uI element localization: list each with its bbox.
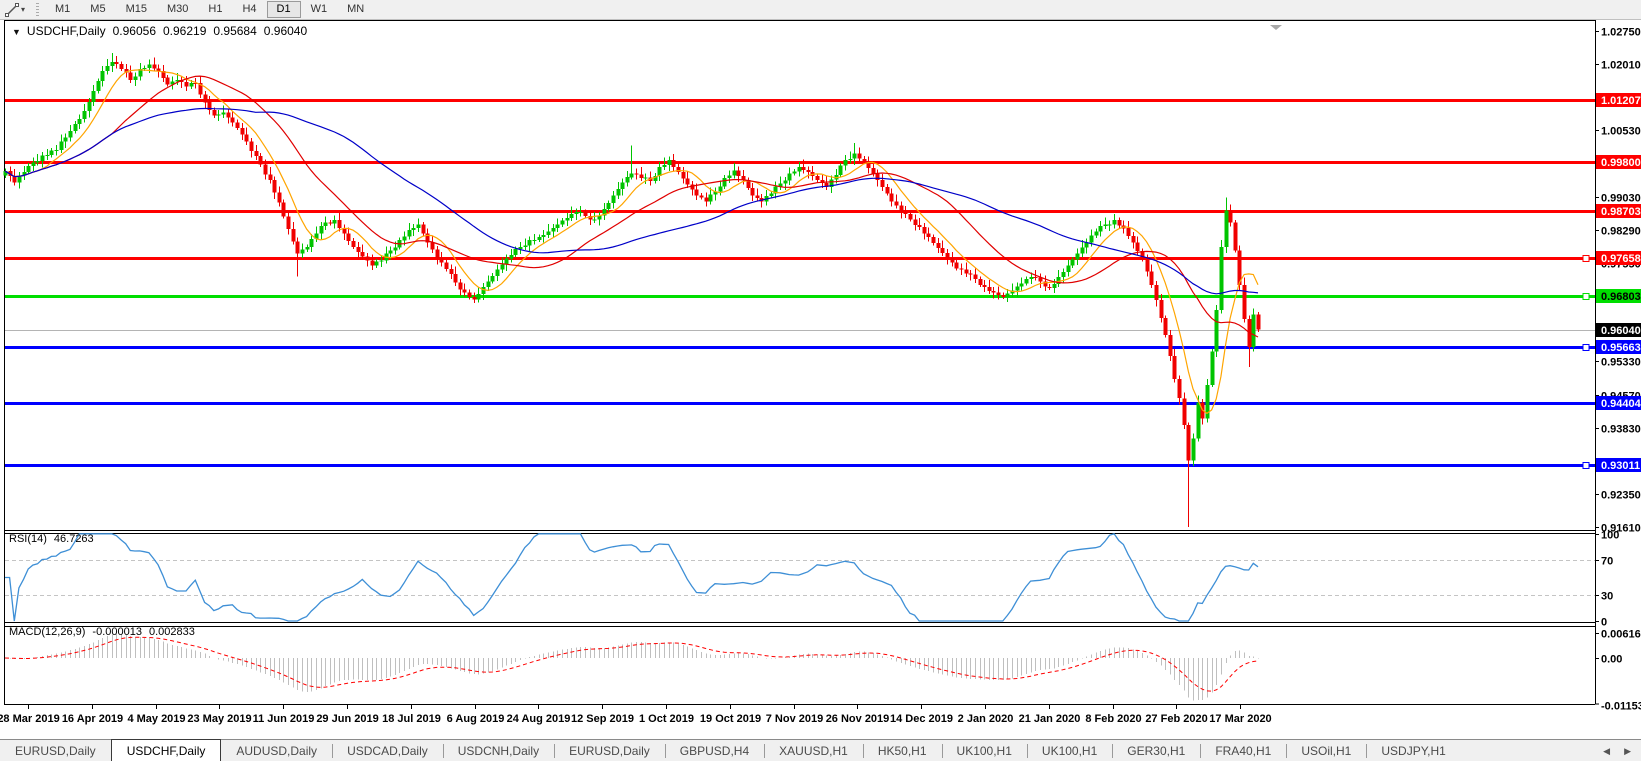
- svg-text:28 Mar 2019: 28 Mar 2019: [0, 713, 60, 725]
- chart-tabs: EURUSD,DailyUSDCHF,DailyAUDUSD,DailyUSDC…: [0, 740, 1461, 761]
- svg-text:0.98290: 0.98290: [1601, 226, 1641, 238]
- chart-tab-XAUUSD-H1[interactable]: XAUUSD,H1: [764, 740, 863, 761]
- svg-text:27 Feb 2020: 27 Feb 2020: [1145, 713, 1207, 725]
- chart-toolbar: ▾ M1M5M15M30H1H4D1W1MN: [0, 0, 1641, 20]
- chart-window: 1.027501.020101.005300.990300.982900.975…: [0, 20, 1641, 735]
- svg-text:4 May 2019: 4 May 2019: [127, 713, 185, 725]
- chart-tab-UK100-H1[interactable]: UK100,H1: [1027, 740, 1112, 761]
- svg-text:1.01207: 1.01207: [1601, 95, 1641, 107]
- svg-text:0.92350: 0.92350: [1601, 490, 1641, 502]
- ohlc-open: 0.96056: [113, 24, 156, 38]
- rsi-value: 46.7263: [54, 533, 94, 545]
- svg-text:17 Mar 2020: 17 Mar 2020: [1209, 713, 1271, 725]
- svg-text:18 Jul 2019: 18 Jul 2019: [382, 713, 441, 725]
- svg-text:19 Oct 2019: 19 Oct 2019: [700, 713, 761, 725]
- symbol-period-label: USDCHF,Daily: [27, 24, 106, 38]
- svg-text:0.99800: 0.99800: [1601, 157, 1641, 169]
- chart-tab-USDCNH-Daily[interactable]: USDCNH,Daily: [443, 740, 554, 761]
- trendline-tool-icon: [5, 3, 19, 17]
- timeframe-button-M30[interactable]: M30: [157, 1, 198, 18]
- svg-text:0.93830: 0.93830: [1601, 424, 1641, 436]
- svg-text:0.00: 0.00: [1601, 654, 1622, 666]
- chart-tab-EURUSD-Daily[interactable]: EURUSD,Daily: [554, 740, 665, 761]
- svg-text:-0.011531: -0.011531: [1601, 701, 1641, 713]
- chart-tab-USDJPY-H1[interactable]: USDJPY,H1: [1366, 740, 1460, 761]
- chart-tab-EURUSD-Daily[interactable]: EURUSD,Daily: [0, 740, 111, 761]
- chart-tab-GER30-H1[interactable]: GER30,H1: [1112, 740, 1200, 761]
- rsi-indicator-label: RSI(14) 46.7263: [9, 533, 94, 545]
- chart-menu-icon[interactable]: ▼: [12, 27, 21, 37]
- svg-text:24 Aug 2019: 24 Aug 2019: [507, 713, 571, 725]
- terminal-window: ▾ M1M5M15M30H1H4D1W1MN 1.02750 1.02010 1.0…: [0, 0, 1641, 761]
- svg-text:1.02010: 1.02010: [1601, 60, 1641, 72]
- svg-text:0.94404: 0.94404: [1601, 398, 1641, 410]
- svg-text:0.98703: 0.98703: [1601, 206, 1641, 218]
- chart-tab-USOil-H1[interactable]: USOil,H1: [1286, 740, 1366, 761]
- timeframe-button-D1[interactable]: D1: [267, 1, 301, 18]
- timeframe-button-W1[interactable]: W1: [301, 1, 338, 18]
- timeframe-button-group: M1M5M15M30H1H4D1W1MN: [45, 1, 374, 18]
- timeframe-button-H4[interactable]: H4: [232, 1, 266, 18]
- svg-text:0.96040: 0.96040: [1601, 325, 1641, 337]
- chevron-left-icon[interactable]: ◀: [1603, 746, 1610, 757]
- chart-tab-HK50-H1[interactable]: HK50,H1: [863, 740, 942, 761]
- svg-text:0.95663: 0.95663: [1601, 342, 1641, 354]
- chart-tab-USDCHF-Daily[interactable]: USDCHF,Daily: [111, 739, 222, 761]
- svg-text:29 Jun 2019: 29 Jun 2019: [316, 713, 378, 725]
- macd-indicator-label: MACD(12,26,9) -0.000013 0.002833: [9, 626, 195, 638]
- chart-tab-USDCAD-Daily[interactable]: USDCAD,Daily: [332, 740, 443, 761]
- svg-text:14 Dec 2019: 14 Dec 2019: [890, 713, 953, 725]
- toolbar-grip[interactable]: [36, 3, 39, 17]
- svg-text:0: 0: [1601, 617, 1607, 629]
- trendline-tool-button[interactable]: ▾: [2, 1, 28, 18]
- svg-text:1.02750: 1.02750: [1601, 27, 1641, 39]
- svg-text:1.00530: 1.00530: [1601, 126, 1641, 138]
- svg-text:8 Feb 2020: 8 Feb 2020: [1085, 713, 1141, 725]
- svg-text:0.97658: 0.97658: [1601, 253, 1641, 265]
- chart-canvas[interactable]: 1.027501.020101.005300.990300.982900.975…: [0, 20, 1641, 735]
- svg-text:0.93011: 0.93011: [1601, 460, 1640, 472]
- macd-signal-value: 0.002833: [149, 626, 195, 638]
- svg-text:0.96803: 0.96803: [1601, 291, 1641, 303]
- svg-text:2 Jan 2020: 2 Jan 2020: [958, 713, 1014, 725]
- svg-text:1 Oct 2019: 1 Oct 2019: [639, 713, 694, 725]
- svg-text:30: 30: [1601, 591, 1613, 603]
- ohlc-high: 0.96219: [163, 24, 206, 38]
- svg-text:26 Nov 2019: 26 Nov 2019: [826, 713, 890, 725]
- svg-text:11 Jun 2019: 11 Jun 2019: [253, 713, 315, 725]
- ohlc-low: 0.95684: [213, 24, 256, 38]
- chart-tab-bar: EURUSD,DailyUSDCHF,DailyAUDUSD,DailyUSDC…: [0, 739, 1641, 761]
- svg-text:6 Aug 2019: 6 Aug 2019: [447, 713, 505, 725]
- chart-tab-UK100-H1[interactable]: UK100,H1: [942, 740, 1027, 761]
- chart-tab-FRA40-H1[interactable]: FRA40,H1: [1200, 740, 1286, 761]
- svg-text:0.95330: 0.95330: [1601, 357, 1641, 369]
- rsi-name: RSI(14): [9, 533, 47, 545]
- macd-main-value: -0.000013: [92, 626, 142, 638]
- macd-name: MACD(12,26,9): [9, 626, 85, 638]
- svg-text:100: 100: [1601, 530, 1619, 542]
- chevron-right-icon[interactable]: ▶: [1624, 746, 1631, 757]
- timeframe-button-MN[interactable]: MN: [337, 1, 374, 18]
- chevron-down-icon: ▾: [21, 5, 25, 14]
- timeframe-button-M5[interactable]: M5: [80, 1, 115, 18]
- svg-text:70: 70: [1601, 556, 1613, 568]
- tab-scrollers: ◀ ▶: [1603, 740, 1641, 761]
- svg-text:16 Apr 2019: 16 Apr 2019: [62, 713, 123, 725]
- chart-tab-GBPUSD-H4[interactable]: GBPUSD,H4: [665, 740, 764, 761]
- svg-text:0.99030: 0.99030: [1601, 193, 1641, 205]
- svg-text:7 Nov 2019: 7 Nov 2019: [766, 713, 823, 725]
- timeframe-button-H1[interactable]: H1: [198, 1, 232, 18]
- ohlc-close: 0.96040: [264, 24, 307, 38]
- svg-text:0.006167: 0.006167: [1601, 629, 1641, 641]
- svg-text:23 May 2019: 23 May 2019: [187, 713, 251, 725]
- svg-text:21 Jan 2020: 21 Jan 2020: [1019, 713, 1081, 725]
- timeframe-button-M1[interactable]: M1: [45, 1, 80, 18]
- timeframe-button-M15[interactable]: M15: [116, 1, 157, 18]
- svg-text:12 Sep 2019: 12 Sep 2019: [571, 713, 634, 725]
- chart-tab-AUDUSD-Daily[interactable]: AUDUSD,Daily: [221, 740, 332, 761]
- chart-title-bar[interactable]: ▼ USDCHF,Daily 0.96056 0.96219 0.95684 0.9604…: [12, 24, 307, 38]
